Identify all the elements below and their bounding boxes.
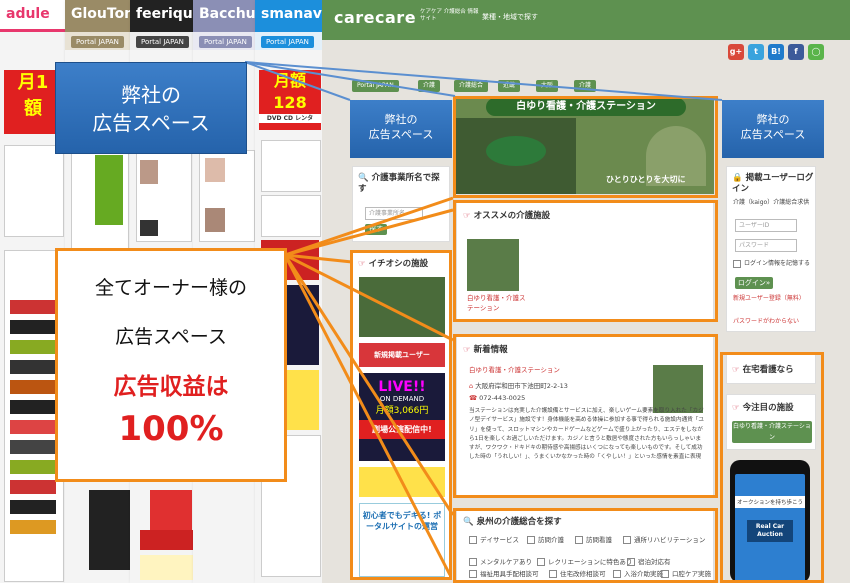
our-ad-space-label: 弊社の 広告スペース xyxy=(55,62,247,154)
revenue-line-1: 広告収益は xyxy=(113,374,229,400)
owner-line-1: 全てオーナー様の xyxy=(94,277,247,299)
revenue-line-2: 100% xyxy=(118,409,224,449)
owner-ad-callout: 全てオーナー様の 広告スペース 広告収益は 100% xyxy=(55,248,287,482)
our-ad-space-right: 弊社の 広告スペース xyxy=(722,100,824,158)
our-ad-space-left: 弊社の 広告スペース xyxy=(350,100,452,158)
owner-line-2: 広告スペース xyxy=(115,326,227,348)
